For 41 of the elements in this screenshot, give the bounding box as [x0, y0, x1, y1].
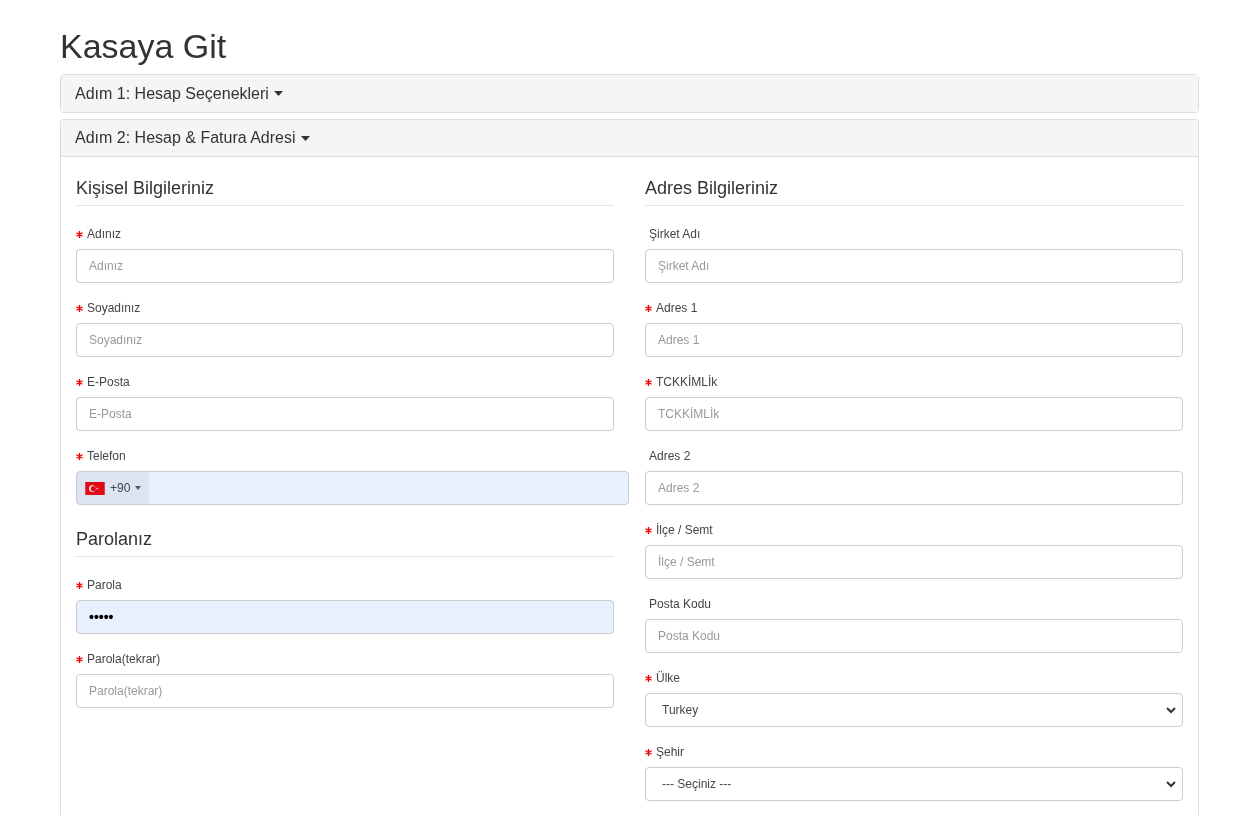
input-field[interactable]: Adres 1	[645, 323, 1183, 357]
field-label: Telefon	[87, 448, 126, 465]
field-label: Soyadınız	[87, 300, 141, 317]
caret-icon	[135, 486, 142, 490]
field-label: Şirket Adı	[649, 226, 701, 243]
country-code-dropdown[interactable]: +90	[77, 472, 150, 504]
field-label: TCKKİMLİk	[656, 374, 718, 391]
step-toggle[interactable]: Adım 2: Hesap & Fatura Adresi	[75, 126, 310, 150]
field-label: Ülke	[656, 670, 680, 687]
input-field[interactable]: İlçe / Semt	[645, 545, 1183, 579]
input-field[interactable]: Şirket Adı	[645, 249, 1183, 283]
input-field[interactable]: Parola(tekrar)	[76, 674, 614, 708]
section-heading: Adres Bilgileriniz	[645, 177, 779, 200]
chevron-down-icon	[1166, 706, 1176, 714]
input-field[interactable]: Adınız	[76, 249, 614, 283]
input-field[interactable]: E-Posta	[76, 397, 614, 431]
select-field[interactable]: Turkey	[645, 693, 1183, 727]
caret-icon	[273, 91, 283, 96]
field-label: Adres 2	[649, 448, 691, 465]
page-title: Kasaya Git	[60, 26, 227, 66]
field-label: Parola(tekrar)	[87, 651, 161, 668]
input-field[interactable]: •••••	[76, 600, 614, 634]
flag-icon	[85, 481, 105, 495]
field-label: İlçe / Semt	[656, 522, 713, 539]
field-label: Posta Kodu	[649, 596, 712, 613]
section-heading: Parolanız	[76, 528, 153, 551]
field-label: Parola	[87, 577, 122, 594]
input-field[interactable]: Adres 2	[645, 471, 1183, 505]
caret-icon	[300, 135, 310, 141]
section-heading: Kişisel Bilgileriniz	[76, 177, 215, 200]
field-label: E-Posta	[87, 374, 130, 391]
chevron-down-icon	[1166, 780, 1176, 788]
input-field[interactable]: Soyadınız	[76, 323, 614, 357]
field-label: Adınız	[87, 226, 122, 243]
field-label: Adres 1	[656, 300, 698, 317]
input-field[interactable]: TCKKİMLİk	[645, 397, 1183, 431]
select-field[interactable]: --- Seçiniz ---	[645, 767, 1183, 801]
step-toggle[interactable]: Adım 1: Hesap Seçenekleri	[75, 81, 283, 106]
field-label: Şehir	[656, 744, 684, 761]
phone-field[interactable]: +90	[76, 471, 629, 505]
input-field[interactable]: Posta Kodu	[645, 619, 1183, 653]
